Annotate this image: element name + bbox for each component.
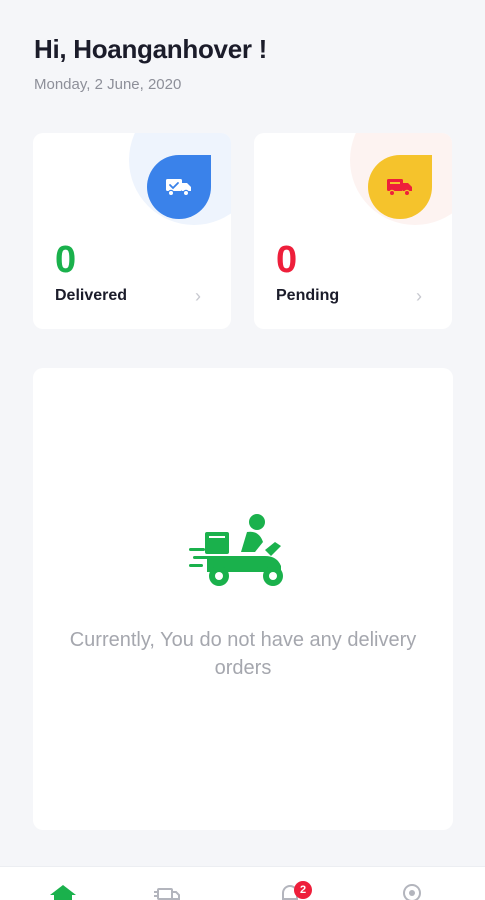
notification-count-badge: 2	[294, 881, 312, 899]
tab-notifications[interactable]: 2	[270, 881, 312, 900]
orders-empty-panel: Currently, You do not have any delivery …	[33, 368, 453, 830]
delivery-truck-check-icon	[147, 155, 211, 219]
delivered-label: Delivered	[55, 287, 128, 304]
pending-stat-card[interactable]: 0 Pending ›	[254, 133, 452, 329]
home-icon	[50, 885, 76, 900]
delivered-count: 0	[55, 239, 77, 281]
pending-label: Pending	[276, 287, 340, 304]
delivery-scooter-icon	[189, 514, 295, 590]
pending-count: 0	[276, 239, 298, 281]
chevron-right-icon: ›	[195, 286, 201, 306]
tab-location[interactable]	[392, 883, 432, 900]
delivered-stat-card[interactable]: 0 Delivered ›	[33, 133, 231, 329]
chevron-right-icon: ›	[416, 286, 422, 306]
location-pin-icon	[403, 884, 421, 900]
greeting-title: Hi, Hoanganhover !	[34, 34, 267, 64]
truck-list-icon	[154, 888, 180, 900]
current-date: Monday, 2 June, 2020	[34, 76, 182, 93]
bottom-tab-bar: 2	[0, 866, 485, 900]
delivery-truck-icon	[368, 155, 432, 219]
tab-home[interactable]	[43, 883, 83, 900]
tab-orders[interactable]	[148, 883, 188, 900]
empty-orders-message: Currently, You do not have any delivery …	[69, 629, 417, 679]
